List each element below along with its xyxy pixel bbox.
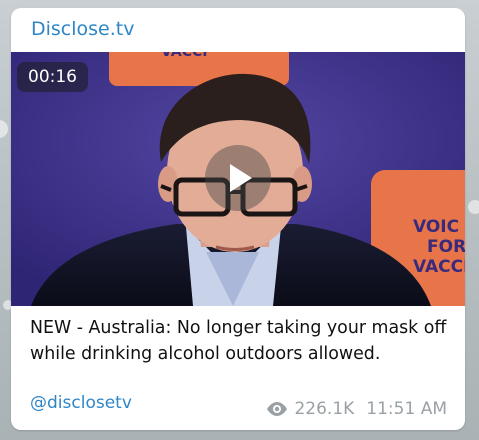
sign-text-right-1: VOIC [413,217,459,237]
message-time: 11:51 AM [366,399,447,419]
message-meta: 226.1K 11:51 AM [266,399,447,419]
video-duration-badge: 00:16 [17,62,88,92]
channel-handle-link[interactable]: @disclosetv [30,393,132,413]
video-player[interactable]: VACCI VOIC FOR VACCI 00:16 [11,52,465,306]
sign-text-right-2: FOR [427,237,465,257]
eye-icon [266,402,288,416]
message-text: NEW - Australia: No longer taking your m… [30,318,447,364]
sign-text-right-3: VACCI [413,257,465,277]
sign-text-top: VACCI [161,52,207,60]
channel-name-link[interactable]: Disclose.tv [31,18,134,40]
view-count: 226.1K [294,399,355,419]
message-card: Disclose.tv VACCI VOIC FOR VACCI 00:16 N… [11,8,465,430]
play-button[interactable] [205,145,271,211]
play-icon [230,164,252,192]
